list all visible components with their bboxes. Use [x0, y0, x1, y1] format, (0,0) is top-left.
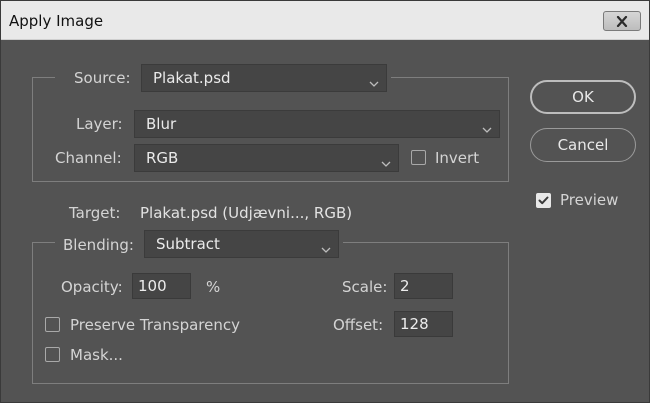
channel-label: Channel: [55, 149, 122, 167]
blending-label: Blending: [63, 236, 134, 254]
invert-checkbox[interactable] [411, 150, 426, 165]
target-value: Plakat.psd (Udjævni..., RGB) [140, 204, 353, 222]
ok-button[interactable]: OK [530, 80, 636, 114]
scale-label: Scale: [342, 278, 388, 296]
offset-label: Offset: [333, 316, 384, 334]
chevron-down-icon [369, 74, 379, 92]
preserve-transparency-checkbox[interactable] [45, 317, 60, 332]
opacity-label: Opacity: [61, 278, 123, 296]
layer-label: Layer: [76, 115, 123, 133]
cancel-button[interactable]: Cancel [530, 128, 636, 162]
chevron-down-icon [321, 240, 331, 258]
channel-select[interactable]: RGB [134, 144, 399, 172]
dialog-title: Apply Image [9, 12, 104, 30]
preview-label[interactable]: Preview [560, 191, 618, 209]
layer-select[interactable]: Blur [134, 110, 500, 138]
apply-image-dialog: Apply Image Source: Plakat.psd Layer: Bl… [0, 0, 650, 403]
invert-label[interactable]: Invert [435, 149, 479, 167]
chevron-down-icon [482, 120, 492, 138]
title-bar[interactable]: Apply Image [1, 1, 649, 40]
ok-button-label: OK [572, 88, 594, 106]
preserve-transparency-label[interactable]: Preserve Transparency [70, 316, 240, 334]
close-icon [616, 15, 628, 27]
blending-select[interactable]: Subtract [144, 230, 339, 258]
target-label: Target: [69, 204, 121, 222]
preview-checkbox[interactable] [536, 193, 551, 208]
mask-label[interactable]: Mask... [70, 346, 123, 364]
channel-value: RGB [146, 149, 179, 167]
source-label: Source: [74, 69, 131, 87]
source-select[interactable]: Plakat.psd [141, 64, 387, 92]
checkmark-icon [537, 194, 550, 207]
scale-input[interactable] [394, 273, 453, 299]
source-value: Plakat.psd [153, 69, 231, 87]
chevron-down-icon [381, 154, 391, 172]
close-button[interactable] [603, 11, 641, 31]
offset-input[interactable] [394, 311, 453, 337]
opacity-input[interactable] [132, 273, 191, 299]
layer-value: Blur [146, 115, 177, 133]
mask-checkbox[interactable] [45, 347, 60, 362]
cancel-button-label: Cancel [557, 136, 609, 154]
blending-value: Subtract [156, 235, 220, 253]
opacity-unit: % [206, 278, 221, 296]
